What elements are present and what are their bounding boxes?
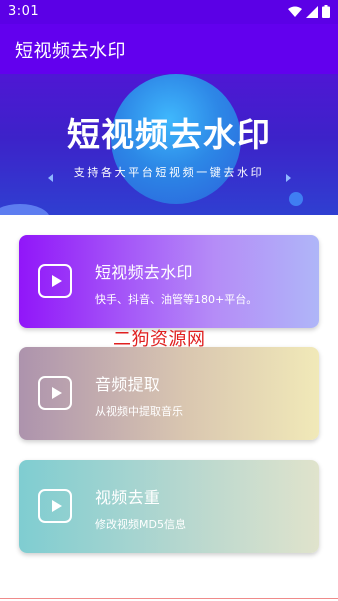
bottom-divider xyxy=(0,598,338,599)
cell-signal-icon xyxy=(306,5,318,18)
play-icon xyxy=(38,376,72,410)
card-description: 修改视频MD5信息 xyxy=(95,518,186,531)
battery-icon xyxy=(322,5,330,18)
banner-heading: 短视频去水印 xyxy=(67,115,271,154)
card-title: 视频去重 xyxy=(95,488,161,507)
app-bar: 短视频去水印 xyxy=(0,24,338,74)
card-title: 短视频去水印 xyxy=(95,263,193,282)
banner-arc xyxy=(0,204,50,215)
play-icon xyxy=(38,489,72,523)
wifi-icon xyxy=(288,6,302,17)
app-title: 短视频去水印 xyxy=(15,41,126,62)
status-bar: 3:01 xyxy=(0,0,338,24)
card-description: 快手、抖音、油管等180+平台。 xyxy=(95,293,258,306)
banner[interactable]: 短视频去水印 支持各大平台短视频一键去水印 xyxy=(0,74,338,215)
arrow-right-icon xyxy=(286,174,291,182)
play-icon xyxy=(38,264,72,298)
status-time: 3:01 xyxy=(8,4,40,19)
card-title: 音频提取 xyxy=(95,375,161,394)
status-icons xyxy=(288,5,330,18)
card-remove-watermark[interactable]: 短视频去水印 快手、抖音、油管等180+平台。 xyxy=(19,235,319,328)
card-audio-extract[interactable]: 音频提取 从视频中提取音乐 xyxy=(19,347,319,440)
card-video-dedupe[interactable]: 视频去重 修改视频MD5信息 xyxy=(19,460,319,553)
banner-dot xyxy=(289,192,303,206)
card-description: 从视频中提取音乐 xyxy=(95,405,183,418)
